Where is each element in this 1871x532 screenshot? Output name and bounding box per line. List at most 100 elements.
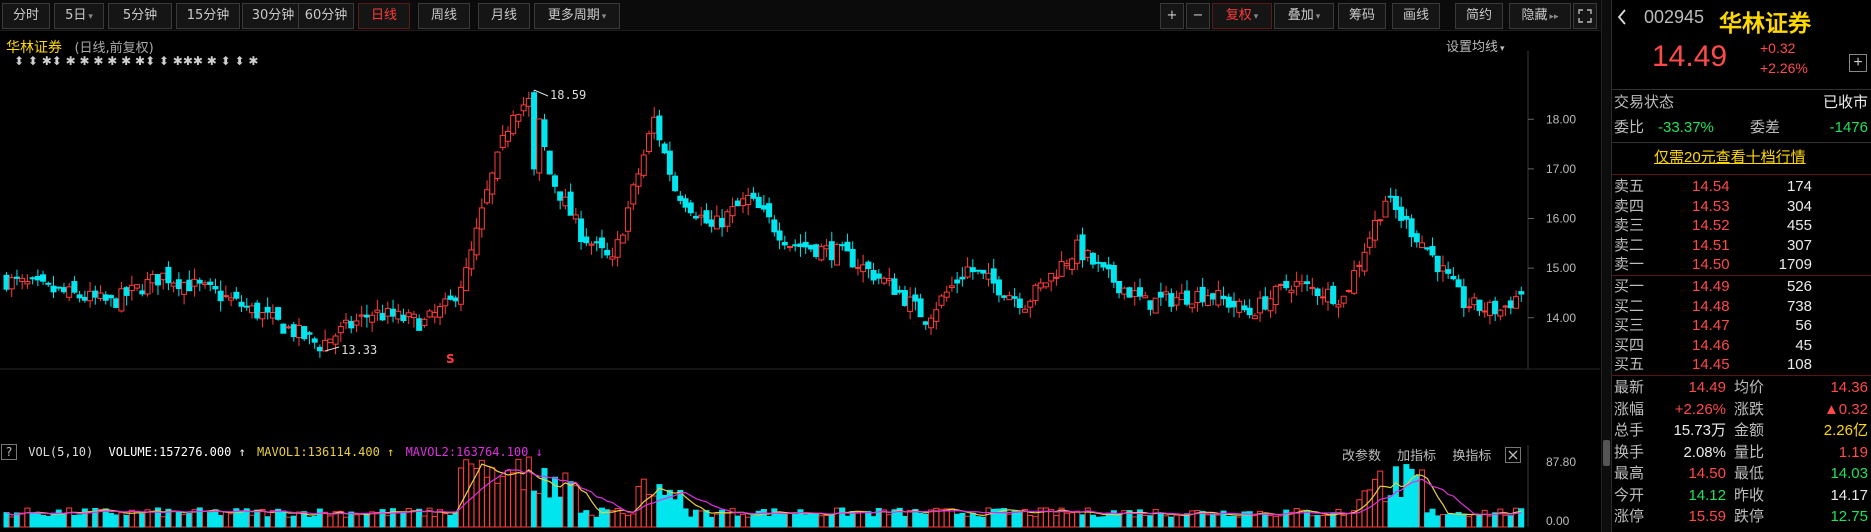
period-tab-30min[interactable]: 30分钟 — [242, 3, 304, 29]
candle-body — [912, 294, 919, 302]
bid-row[interactable]: 买二 14.48 738 — [1612, 297, 1871, 317]
period-label: 15分钟 — [186, 8, 230, 23]
candle-body — [499, 134, 506, 148]
quote-panel: 002945 华林证券 14.49 +0.32 +2.26% + 交易状态 已收… — [1611, 0, 1871, 532]
fuquan-label: 复权 — [1225, 8, 1252, 23]
volume-bar — [306, 516, 313, 528]
kline-chart[interactable]: 14.00 15.00 16.00 17.00 18.00 18.59 13.33 S ⬍ ⬍ … — [0, 31, 1600, 441]
collapse-handle[interactable] — [1603, 440, 1610, 466]
candle-body — [102, 294, 109, 301]
candle-body — [969, 267, 976, 273]
period-tab-5min[interactable]: 5分钟 — [108, 3, 172, 29]
panel-collapse-strip[interactable] — [1601, 0, 1611, 532]
hide-panel-button[interactable]: 隐藏 ▸▸ — [1509, 3, 1571, 29]
candle-body — [306, 332, 313, 335]
candle-body — [567, 191, 574, 216]
volume-bar — [1382, 501, 1389, 528]
add-indicator-button[interactable]: 加指标 — [1397, 449, 1436, 464]
fuquan-dropdown[interactable]: 复权 ▾ — [1212, 3, 1272, 29]
ask-row[interactable]: 卖一 14.50 1709 — [1612, 255, 1871, 275]
volume-bar — [1507, 515, 1514, 528]
volume-bar — [1335, 508, 1342, 528]
ask-row[interactable]: 卖三 14.52 455 — [1612, 216, 1871, 236]
candle-body — [1298, 281, 1305, 285]
candle-body — [1481, 310, 1488, 313]
bid-row[interactable]: 买五 14.45 108 — [1612, 355, 1871, 375]
stat-row: 最新 14.49 均价 14.36 — [1612, 378, 1871, 398]
chips-button[interactable]: 筹码 — [1338, 3, 1386, 29]
volume-bar — [724, 512, 731, 528]
volume-bar — [1314, 514, 1321, 528]
volume-tick-label: 0.00 — [1546, 514, 1570, 528]
hide-label: 隐藏 — [1521, 8, 1548, 23]
candle-body — [337, 326, 344, 334]
candle-body — [933, 309, 940, 322]
edit-params-button[interactable]: 改参数 — [1342, 449, 1381, 464]
candle-body — [1157, 291, 1164, 298]
volume-bar — [865, 511, 872, 528]
book-level-label: 买二 — [1614, 297, 1645, 315]
period-tab-15min[interactable]: 15分钟 — [176, 3, 240, 29]
volume-bar — [1053, 515, 1060, 528]
draw-line-label: 画线 — [1402, 8, 1429, 23]
candle-body — [484, 189, 491, 204]
period-tab-daily[interactable]: 日线 — [358, 3, 410, 29]
volume-bar — [1230, 515, 1237, 528]
period-tab-60min[interactable]: 60分钟 — [298, 3, 354, 29]
candle-body — [170, 282, 177, 287]
bid-row[interactable]: 买三 14.47 56 — [1612, 316, 1871, 336]
overlay-dropdown[interactable]: 叠加 ▾ — [1274, 3, 1334, 29]
candle-body — [457, 286, 464, 305]
book-price: 14.46 — [1692, 336, 1730, 354]
zoom-in-button[interactable]: + — [1160, 3, 1184, 29]
candle-body — [1058, 261, 1065, 277]
simple-mode-button[interactable]: 简约 — [1455, 3, 1503, 29]
candle-body — [703, 210, 710, 224]
volume-bar — [1074, 510, 1081, 528]
candle-body — [196, 279, 203, 284]
switch-indicator-button[interactable]: 换指标 — [1452, 449, 1491, 464]
candle-body — [1220, 295, 1227, 300]
period-tab-monthly[interactable]: 月线 — [478, 3, 530, 29]
level10-promo-link[interactable]: 仅需20元查看十档行情 — [1654, 148, 1806, 168]
candle-body — [572, 214, 579, 220]
volume-bar — [954, 513, 961, 528]
stat-row: 今开 14.12 昨收 14.17 — [1612, 486, 1871, 506]
draw-line-button[interactable]: 画线 — [1392, 3, 1440, 29]
volume-bar — [1481, 509, 1488, 528]
stat-row: 换手 2.08% 量比 1.19 — [1612, 443, 1871, 463]
more-periods-dropdown[interactable]: 更多周期 ▾ — [534, 3, 620, 29]
period-tab-weekly[interactable]: 周线 — [418, 3, 470, 29]
candle-body — [447, 295, 454, 300]
volume-bar — [13, 512, 20, 528]
candle-body — [431, 312, 438, 318]
candle-body — [442, 298, 449, 307]
ask-row[interactable]: 卖五 14.54 174 — [1612, 177, 1871, 197]
fullscreen-button[interactable] — [1573, 3, 1597, 29]
candle-body — [1001, 295, 1008, 298]
ask-row[interactable]: 卖四 14.53 304 — [1612, 197, 1871, 217]
bid-row[interactable]: 买四 14.46 45 — [1612, 336, 1871, 356]
candle-body — [1251, 315, 1258, 320]
candle-body — [343, 319, 350, 324]
ask-row[interactable]: 卖二 14.51 307 — [1612, 236, 1871, 256]
add-watchlist-button[interactable]: + — [1849, 54, 1867, 72]
close-icon[interactable] — [1505, 447, 1522, 463]
candle-body — [656, 115, 663, 141]
candle-body — [865, 261, 872, 270]
help-icon[interactable]: ? — [1, 444, 17, 460]
candle-body — [1048, 272, 1055, 282]
candle-body — [1340, 295, 1347, 304]
volume-bar — [781, 514, 788, 528]
candle-body — [1042, 282, 1049, 288]
bid-row[interactable]: 买一 14.49 526 — [1612, 277, 1871, 297]
period-tab-intraday[interactable]: 分时 — [2, 3, 50, 29]
period-tab-5day[interactable]: 5日 ▾ — [54, 3, 104, 29]
volume-bar — [1502, 514, 1509, 528]
zoom-out-button[interactable]: − — [1186, 3, 1210, 29]
back-arrow-icon[interactable] — [1616, 8, 1628, 26]
candle-body — [1392, 195, 1399, 210]
candle-body — [134, 284, 141, 289]
candle-body — [1319, 296, 1326, 299]
volume-bar — [107, 512, 114, 528]
